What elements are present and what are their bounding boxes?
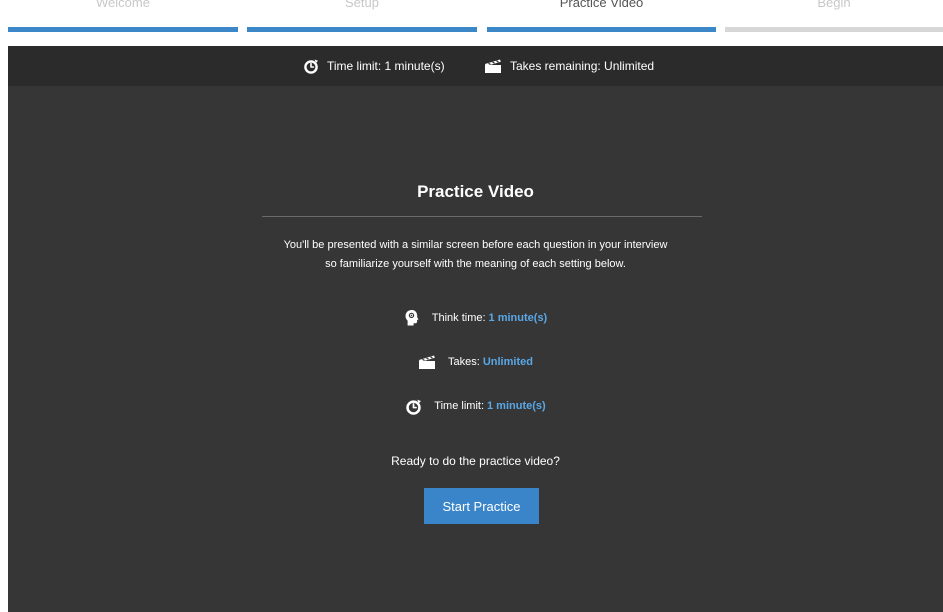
start-practice-button[interactable]: Start Practice	[424, 488, 539, 524]
practice-panel: Time limit: 1 minute(s) Takes remaining:…	[8, 46, 943, 612]
setting-label: Think time:	[431, 312, 486, 324]
step-welcome: Welcome	[8, 0, 238, 38]
setting-takes: Takes: Unlimited	[8, 351, 943, 373]
think-head-icon	[405, 310, 419, 326]
step-bar	[487, 27, 716, 32]
page: Welcome Setup Practice Video Begin Time …	[0, 0, 943, 612]
info-time-limit: Time limit: 1 minute(s)	[303, 57, 445, 75]
step-label: Begin	[817, 0, 851, 10]
step-bar	[725, 27, 943, 32]
intro-line: You'll be presented with a similar scree…	[283, 239, 668, 251]
timer-icon	[304, 59, 318, 74]
page-title: Practice Video	[417, 182, 534, 201]
timer-icon	[406, 399, 422, 415]
info-takes-remaining: Takes remaining: Unlimited	[484, 57, 654, 75]
setting-think-time: Think time: 1 minute(s)	[8, 307, 943, 329]
info-bar: Time limit: 1 minute(s) Takes remaining:…	[8, 46, 943, 86]
setting-label: Takes:	[448, 356, 480, 368]
step-label: Practice Video	[559, 0, 644, 10]
setting-value: 1 minute(s)	[488, 312, 548, 324]
title-divider	[262, 216, 702, 217]
step-bar	[8, 27, 238, 32]
step-bar	[247, 27, 477, 32]
info-takes-remaining-text: Takes remaining: Unlimited	[510, 59, 655, 73]
info-time-limit-text: Time limit: 1 minute(s)	[327, 59, 445, 73]
setting-value: 1 minute(s)	[487, 400, 546, 412]
progress-steps: Welcome Setup Practice Video Begin	[0, 0, 943, 38]
step-label: Welcome	[96, 0, 150, 10]
intro-text: You'll be presented with a similar scree…	[238, 236, 713, 274]
setting-time-limit: Time limit: 1 minute(s)	[8, 395, 943, 417]
clapperboard-icon	[485, 59, 501, 73]
step-setup: Setup	[247, 0, 477, 38]
clapperboard-icon	[419, 355, 436, 369]
step-practice-video: Practice Video	[487, 0, 716, 38]
step-label: Setup	[345, 0, 379, 10]
step-begin: Begin	[725, 0, 943, 38]
setting-label: Time limit:	[434, 400, 484, 412]
ready-prompt: Ready to do the practice video?	[391, 454, 560, 468]
setting-value: Unlimited	[482, 356, 533, 368]
intro-line: so familiarize yourself with the meaning…	[325, 258, 626, 270]
